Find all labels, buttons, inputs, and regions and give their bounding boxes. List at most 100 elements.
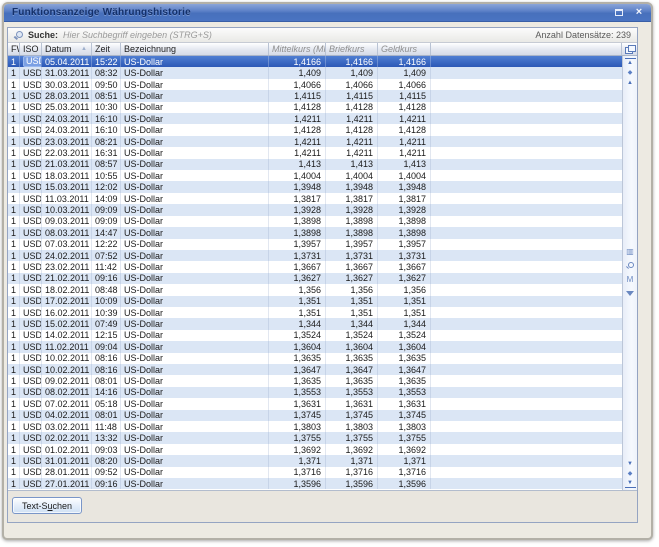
table-row[interactable]: 1USD24.03.2011 /Do16:10US-Dollar1,42111,… <box>8 113 622 124</box>
table-row[interactable]: 1USD17.02.2011 /Do10:09US-Dollar1,3511,3… <box>8 296 622 307</box>
column-header-bezeichnung[interactable]: Bezeichnung <box>121 43 269 55</box>
filter-icon[interactable] <box>625 288 636 299</box>
cell-bezeichnung: US-Dollar <box>121 478 269 489</box>
column-header-datum[interactable]: Datum ▲ <box>42 43 92 55</box>
cell-mittelkurs: 1,3731 <box>269 250 326 261</box>
cell-bezeichnung: US-Dollar <box>121 159 269 170</box>
cell-datum: 18.02.2011 /Fr <box>42 284 92 295</box>
cell-geldkurs: 1,3635 <box>378 375 431 386</box>
text-search-button[interactable]: Text-Suchen <box>12 497 82 514</box>
table-row[interactable]: 1USD21.02.2011 /Mo09:16US-Dollar1,36271,… <box>8 273 622 284</box>
cell-bezeichnung: US-Dollar <box>121 79 269 90</box>
table-row[interactable]: 1USD10.02.2011 /Do08:16US-Dollar1,36471,… <box>8 364 622 375</box>
table-row[interactable]: 1USD21.03.2011 /Mo08:57US-Dollar1,4131,4… <box>8 159 622 170</box>
table-row[interactable]: 1USD05.04.2011 /Di15:22US-Dollar1,41661,… <box>8 56 622 67</box>
table-row[interactable]: 1USD03.02.2011 /Do11:48US-Dollar1,38031,… <box>8 421 622 432</box>
column-header-fw[interactable]: FW <box>8 43 20 55</box>
zoom-icon[interactable] <box>625 260 636 271</box>
scrollbar-bottom-buttons: ▼ ◆ ▼ <box>623 459 637 488</box>
table-row[interactable]: 1USD27.01.2011 /Do09:16US-Dollar1,35961,… <box>8 478 622 489</box>
table-row[interactable]: 1USD14.02.2011 /Mo12:15US-Dollar1,35241,… <box>8 330 622 341</box>
table-row[interactable]: 1USD09.03.2011 /Mi09:09US-Dollar1,38981,… <box>8 216 622 227</box>
scroll-to-top-button[interactable]: ▲ <box>625 58 636 67</box>
table-row[interactable]: 1USD28.01.2011 /Fr09:52US-Dollar1,37161,… <box>8 467 622 478</box>
table-row[interactable]: 1USD07.02.2011 /Mo05:18US-Dollar1,36311,… <box>8 398 622 409</box>
table-row[interactable]: 1USD28.03.2011 /Mo08:51US-Dollar1,41151,… <box>8 90 622 101</box>
cell-briefkurs: 1,3755 <box>326 432 378 443</box>
table-row[interactable]: 1USD08.03.2011 /Di14:47US-Dollar1,38981,… <box>8 227 622 238</box>
grid-columns-icon[interactable]: ▥ <box>625 246 636 257</box>
table-row[interactable]: 1USD15.02.2011 /Di07:49US-Dollar1,3441,3… <box>8 318 622 329</box>
column-header-mittelkurs[interactable]: Mittelkurs (MN) <box>269 43 326 55</box>
cell-geldkurs: 1,3898 <box>378 216 431 227</box>
cell-filler <box>431 273 622 284</box>
table-row[interactable]: 1USD09.02.2011 /Mi08:01US-Dollar1,36351,… <box>8 375 622 386</box>
column-chooser-button[interactable] <box>622 43 637 55</box>
cell-briefkurs: 1,4066 <box>326 79 378 90</box>
table-row[interactable]: 1USD24.02.2011 /Do07:52US-Dollar1,37311,… <box>8 250 622 261</box>
cell-mittelkurs: 1,3647 <box>269 364 326 375</box>
cell-datum: 09.02.2011 /Mi <box>42 375 92 386</box>
table-row[interactable]: 1USD04.02.2011 /Fr08:01US-Dollar1,37451,… <box>8 410 622 421</box>
scroll-down-button[interactable]: ▼ <box>625 459 636 468</box>
scroll-up-button[interactable]: ▲ <box>625 78 636 87</box>
cell-iso: USD <box>20 204 42 215</box>
scroll-grip2-icon[interactable]: ◆ <box>625 469 636 478</box>
column-header-iso[interactable]: ISO <box>20 43 42 55</box>
column-header-zeit[interactable]: Zeit <box>92 43 121 55</box>
cell-filler <box>431 330 622 341</box>
cell-mittelkurs: 1,3604 <box>269 341 326 352</box>
cell-mittelkurs: 1,3635 <box>269 353 326 364</box>
column-header-briefkurs[interactable]: Briefkurs <box>326 43 378 55</box>
cell-mittelkurs: 1,3928 <box>269 204 326 215</box>
table-row[interactable]: 1USD18.02.2011 /Fr08:48US-Dollar1,3561,3… <box>8 284 622 295</box>
cell-geldkurs: 1,3692 <box>378 444 431 455</box>
cell-iso: USD <box>20 239 42 250</box>
cell-iso: USD <box>20 375 42 386</box>
table-row[interactable]: 1USD31.03.2011 /Do08:32US-Dollar1,4091,4… <box>8 67 622 78</box>
table-row[interactable]: 1USD18.03.2011 /Fr10:55US-Dollar1,40041,… <box>8 170 622 181</box>
table-row[interactable]: 1USD10.02.2011 /Do08:16US-Dollar1,36351,… <box>8 353 622 364</box>
table-row[interactable]: 1USD25.03.2011 /Fr10:30US-Dollar1,41281,… <box>8 102 622 113</box>
maximize-button[interactable] <box>612 6 626 19</box>
cell-briefkurs: 1,4128 <box>326 102 378 113</box>
cell-filler <box>431 284 622 295</box>
cell-zeit: 16:31 <box>92 147 121 158</box>
table-row[interactable]: 1USD11.02.2011 /Fr09:04US-Dollar1,36041,… <box>8 341 622 352</box>
cell-zeit: 09:09 <box>92 216 121 227</box>
cell-iso: USD <box>20 216 42 227</box>
table-row[interactable]: 1USD30.03.2011 /Mi09:50US-Dollar1,40661,… <box>8 79 622 90</box>
table-row[interactable]: 1USD23.03.2011 /Mi08:21US-Dollar1,42111,… <box>8 136 622 147</box>
cell-filler <box>431 79 622 90</box>
search-input[interactable] <box>63 29 393 41</box>
close-button[interactable]: × <box>632 6 646 19</box>
scroll-to-bottom-button[interactable]: ▼ <box>625 479 636 488</box>
table-row[interactable]: 1USD01.02.2011 /Di09:03US-Dollar1,36921,… <box>8 444 622 455</box>
marker-icon[interactable]: M <box>625 274 636 285</box>
table-row[interactable]: 1USD08.02.2011 /Di14:16US-Dollar1,35531,… <box>8 387 622 398</box>
scroll-grip-icon[interactable]: ◆ <box>625 68 636 77</box>
cell-bezeichnung: US-Dollar <box>121 170 269 181</box>
table-row[interactable]: 1USD24.03.2011 /Do16:10US-Dollar1,41281,… <box>8 124 622 135</box>
table-row[interactable]: 1USD22.03.2011 /Di16:31US-Dollar1,42111,… <box>8 147 622 158</box>
table-row[interactable]: 1USD10.03.2011 /Do09:09US-Dollar1,39281,… <box>8 204 622 215</box>
cell-mittelkurs: 1,3635 <box>269 375 326 386</box>
table-row[interactable]: 1USD23.02.2011 /Mi11:42US-Dollar1,36671,… <box>8 261 622 272</box>
cell-iso: USD <box>20 364 42 375</box>
table-row[interactable]: 1USD16.02.2011 /Mi10:39US-Dollar1,3511,3… <box>8 307 622 318</box>
cell-filler <box>431 410 622 421</box>
cell-mittelkurs: 1,4128 <box>269 102 326 113</box>
table-row[interactable]: 1USD07.03.2011 /Mo12:22US-Dollar1,39571,… <box>8 239 622 250</box>
cell-bezeichnung: US-Dollar <box>121 90 269 101</box>
table-row[interactable]: 1USD31.01.2011 /Mo08:20US-Dollar1,3711,3… <box>8 455 622 466</box>
cell-zeit: 08:51 <box>92 90 121 101</box>
table-row[interactable]: 1USD15.03.2011 /Di12:02US-Dollar1,39481,… <box>8 181 622 192</box>
table-row[interactable]: 1USD11.03.2011 /Fr14:09US-Dollar1,38171,… <box>8 193 622 204</box>
cell-zeit: 12:15 <box>92 330 121 341</box>
cell-datum: 10.03.2011 /Do <box>42 204 92 215</box>
cell-zeit: 08:57 <box>92 159 121 170</box>
cell-geldkurs: 1,3524 <box>378 330 431 341</box>
table-row[interactable]: 1USD02.02.2011 /Mi13:32US-Dollar1,37551,… <box>8 432 622 443</box>
column-header-geldkurs[interactable]: Geldkurs <box>378 43 431 55</box>
vertical-scrollbar[interactable]: ▲ ◆ ▲ ▥ M ▼ ◆ ▼ <box>622 56 637 490</box>
